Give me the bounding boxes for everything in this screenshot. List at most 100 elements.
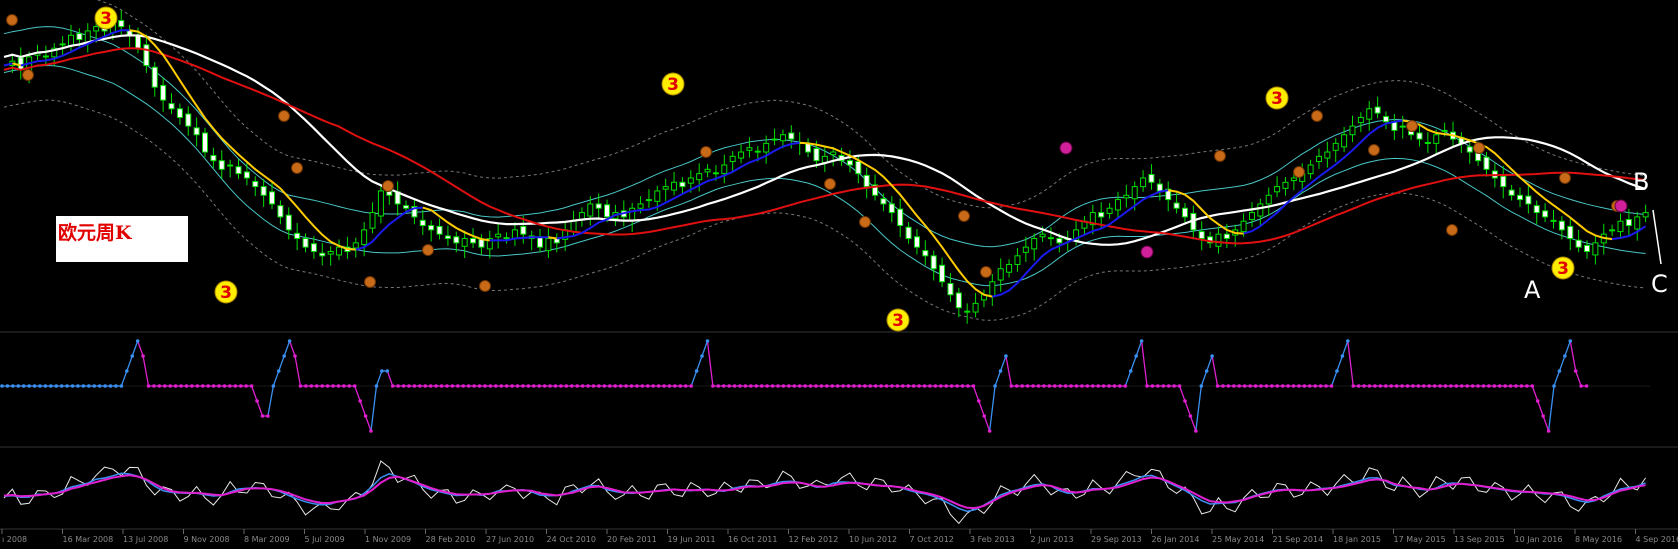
candle-body (538, 237, 543, 247)
candle-body (1509, 190, 1514, 195)
ind1-point (537, 384, 541, 388)
ind1-point (87, 384, 91, 388)
ind1-point (391, 384, 395, 388)
ind1-point (624, 384, 628, 388)
ind1-point (76, 384, 80, 388)
x-tick-label: 10 Jun 2012 (849, 535, 897, 544)
ind1-point (695, 369, 699, 373)
x-tick-label: 7 Oct 2012 (910, 535, 954, 544)
ind1-point (22, 384, 26, 388)
candle-body (521, 226, 526, 234)
ind1-point (228, 384, 232, 388)
ind1-point (114, 384, 118, 388)
candle-body (914, 237, 919, 247)
ind1-point (1411, 384, 1415, 388)
ind1-point (136, 339, 140, 343)
ind1-point (1151, 384, 1155, 388)
ind1-point (92, 384, 96, 388)
x-tick-label: ı 2008 (2, 535, 27, 544)
ind1-point (212, 384, 216, 388)
wave-label-c: C (1651, 270, 1668, 298)
wave-node-marker (383, 181, 394, 192)
ind1-point (244, 384, 248, 388)
candle-body (898, 209, 903, 225)
candle-body (1132, 187, 1137, 199)
ind1-point (1075, 384, 1079, 388)
ind1-point (1091, 384, 1095, 388)
x-tick-label: 28 Feb 2010 (426, 535, 476, 544)
ind1-point (1395, 384, 1399, 388)
ind1-point (1379, 384, 1383, 388)
x-tick-label: 27 Jun 2010 (486, 535, 534, 544)
ind1-point (700, 354, 704, 358)
wave-3-marker-label: 3 (1271, 89, 1283, 109)
ind1-point (217, 384, 221, 388)
ind1-point (977, 399, 981, 403)
ind1-point (830, 384, 834, 388)
ind1-point (234, 384, 238, 388)
candle-body (1099, 213, 1104, 217)
ind1-point (1482, 384, 1486, 388)
candle-body (1032, 239, 1037, 249)
ind1-point (825, 384, 829, 388)
candle-body (69, 35, 74, 45)
candle-body (755, 151, 760, 152)
wave-node-marker (860, 217, 871, 228)
candle-body (144, 45, 149, 66)
ind1-point (1514, 384, 1518, 388)
ind1-point (1031, 384, 1035, 388)
candle-body (295, 233, 300, 238)
candle-body (1342, 135, 1347, 147)
ind1-point (380, 369, 384, 373)
candle-body (1115, 200, 1120, 210)
ind1-point (1362, 384, 1366, 388)
ind1-point (1427, 384, 1431, 388)
candle-body (311, 244, 316, 252)
candle-body (1425, 143, 1430, 144)
candle-body (303, 239, 308, 248)
wave-node-marker (1447, 225, 1458, 236)
ind1-point (1254, 384, 1258, 388)
ind1-point (1042, 384, 1046, 388)
chart-stage: 333333 ı 200816 Mar 200813 Jul 20089 Nov… (0, 0, 1678, 545)
ind1-point (326, 384, 330, 388)
candle-body (940, 265, 945, 281)
ind1-point (109, 384, 113, 388)
ind1-point (16, 384, 20, 388)
ind1-point (1547, 429, 1551, 433)
ind1-point (662, 384, 666, 388)
ind1-point (1172, 384, 1176, 388)
ind1-point (570, 384, 574, 388)
ind1-point (543, 384, 547, 388)
ind1-point (575, 384, 579, 388)
ind1-point (440, 384, 444, 388)
ind1-point (527, 384, 531, 388)
ind1-point (923, 384, 927, 388)
ind1-point (1227, 384, 1231, 388)
candle-body (1618, 221, 1623, 231)
ind1-point (1292, 384, 1296, 388)
ind1-point (874, 384, 878, 388)
x-tick-label: 21 Sep 2014 (1273, 535, 1324, 544)
ind1-point (1471, 384, 1475, 388)
candle-body (596, 204, 601, 208)
candle-body (378, 191, 383, 216)
ind1-point (836, 384, 840, 388)
candle-body (479, 239, 484, 247)
candle-body (1358, 117, 1363, 122)
ind1-point (814, 384, 818, 388)
ind1-point (510, 384, 514, 388)
candle-body (655, 191, 660, 201)
ind1-point (1281, 384, 1285, 388)
ind1-point (820, 384, 824, 388)
ind1-point (972, 384, 976, 388)
ind1-point (320, 384, 324, 388)
candle-body (462, 239, 467, 247)
ind1-point (863, 384, 867, 388)
ind1-point (581, 384, 585, 388)
ind1-point (1145, 384, 1149, 388)
ind1-point (1107, 384, 1111, 388)
ind1-point (717, 384, 721, 388)
candle-body (1048, 238, 1053, 239)
candle-body (286, 215, 291, 230)
